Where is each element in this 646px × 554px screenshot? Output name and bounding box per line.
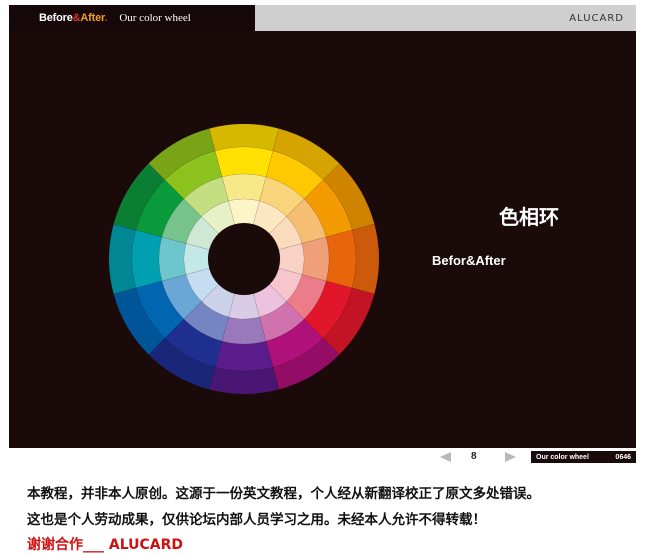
footer-tag: Our color wheel 0646 xyxy=(531,451,636,463)
header-right: ALUCARD xyxy=(255,5,636,31)
wheel-segment xyxy=(221,316,267,345)
page-number: 8 xyxy=(471,451,477,462)
color-wheel xyxy=(108,123,380,395)
header-bar: Before&After. Our color wheel ALUCARD xyxy=(9,5,636,31)
brand-logo: Before&After. xyxy=(39,12,108,24)
wheel-segment xyxy=(158,236,187,282)
color-wheel-svg xyxy=(108,123,380,395)
wheel-segment xyxy=(325,229,357,289)
wheel-segment xyxy=(131,229,163,289)
note-line-1: 本教程，并非本人原创。这源于一份英文教程，个人经从新翻译校正了原文多处错误。 xyxy=(27,486,540,502)
thanks-line: 谢谢合作___ ALUCARD xyxy=(27,537,184,553)
slide-subtitle: Befor&After xyxy=(432,253,506,268)
wheel-segment xyxy=(301,236,330,282)
slide-title: 色相环 xyxy=(499,205,559,229)
wheel-center-hole xyxy=(222,237,266,281)
wheel-segment xyxy=(221,173,267,202)
next-arrow-icon[interactable] xyxy=(505,452,516,462)
header-left: Before&After. Our color wheel xyxy=(9,5,255,31)
slide-frame: Before&After. Our color wheel ALUCARD 色相… xyxy=(9,5,636,448)
wheel-segment xyxy=(214,146,274,178)
previous-arrow-icon[interactable] xyxy=(440,452,451,462)
slide-navigation: 8 Our color wheel 0646 xyxy=(0,450,646,466)
alucard-logo: ALUCARD xyxy=(569,12,624,24)
note-line-2: 这也是个人劳动成果，仅供论坛内部人员学习之用。未经本人允许不得转载！ xyxy=(27,512,486,528)
wheel-segment xyxy=(214,340,274,372)
footer-code: 0646 xyxy=(615,453,631,461)
footer-label: Our color wheel xyxy=(536,453,589,461)
header-title: Our color wheel xyxy=(119,12,191,24)
